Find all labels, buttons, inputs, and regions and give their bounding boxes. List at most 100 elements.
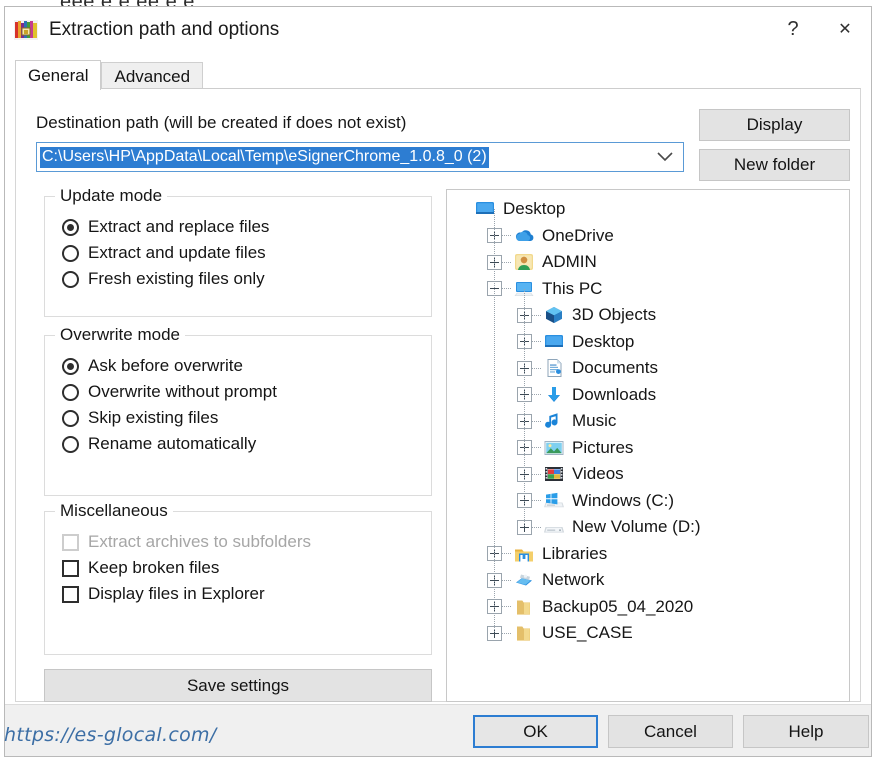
radio-icon xyxy=(62,409,79,427)
music-note-icon xyxy=(543,411,565,431)
tree-connector-line xyxy=(532,367,541,369)
checkbox-keep-broken-files[interactable]: Keep broken files xyxy=(62,555,431,581)
tree-vertical-line xyxy=(524,288,525,528)
general-tab-panel: Destination path (will be created if doe… xyxy=(15,88,861,702)
tab-advanced[interactable]: Advanced xyxy=(101,62,204,90)
update-mode-group: Update mode Extract and replace files Ex… xyxy=(44,186,432,317)
extraction-options-dialog: Extraction path and options ? ✕ General … xyxy=(4,6,872,757)
save-settings-button[interactable]: Save settings xyxy=(44,669,432,702)
radio-extract-and-update-files[interactable]: Extract and update files xyxy=(62,240,431,266)
tree-item[interactable]: Backup05_04_2020 xyxy=(447,594,849,621)
display-button[interactable]: Display xyxy=(699,109,850,141)
destination-path-input[interactable]: C:\Users\HP\AppData\Local\Temp\eSignerCh… xyxy=(36,142,684,172)
tab-general[interactable]: General xyxy=(15,60,102,90)
close-icon[interactable]: ✕ xyxy=(819,7,871,51)
tree-item[interactable]: OneDrive xyxy=(447,223,849,250)
radio-rename-automatically[interactable]: Rename automatically xyxy=(62,431,431,457)
radio-fresh-existing-files-only[interactable]: Fresh existing files only xyxy=(62,266,431,292)
folder-icon xyxy=(513,597,535,617)
tree-item[interactable]: Documents xyxy=(447,355,849,382)
tree-connector-line xyxy=(532,394,541,396)
tree-item-label: New Volume (D:) xyxy=(572,517,701,537)
network-icon xyxy=(513,570,535,590)
help-button[interactable]: Help xyxy=(743,715,869,748)
tree-item[interactable]: Music xyxy=(447,408,849,435)
radio-extract-and-replace-files[interactable]: Extract and replace files xyxy=(62,214,431,240)
update-mode-legend: Update mode xyxy=(55,186,168,206)
tree-item-label: Network xyxy=(542,570,605,590)
tree-item-label: Pictures xyxy=(572,437,634,457)
tree-item[interactable]: 3D Objects xyxy=(447,302,849,329)
tree-item[interactable]: Windows (C:) xyxy=(447,488,849,515)
ok-button[interactable]: OK xyxy=(473,715,598,748)
tab-strip: General Advanced xyxy=(15,59,871,90)
help-icon[interactable]: ? xyxy=(767,7,819,51)
hard-drive-icon xyxy=(543,517,565,537)
tree-item-label: 3D Objects xyxy=(572,305,657,325)
tree-connector-line xyxy=(532,473,541,475)
checkbox-icon xyxy=(62,533,79,551)
option-label: Fresh existing files only xyxy=(88,269,265,288)
option-label: Skip existing files xyxy=(88,408,219,427)
tree-item-label: Libraries xyxy=(542,543,608,563)
radio-icon xyxy=(62,270,79,288)
folder-tree-panel[interactable]: Desktop OneDrive ADMIN This PC 3D Objects Des… xyxy=(446,189,850,702)
overwrite-mode-legend: Overwrite mode xyxy=(55,325,185,345)
radio-skip-existing-files[interactable]: Skip existing files xyxy=(62,405,431,431)
tree-item[interactable]: Network xyxy=(447,567,849,594)
overwrite-mode-group: Overwrite mode Ask before overwrite Over… xyxy=(44,325,432,496)
destination-path-value: C:\Users\HP\AppData\Local\Temp\eSignerCh… xyxy=(40,146,489,168)
radio-icon xyxy=(62,383,79,401)
tree-connector-line xyxy=(502,632,511,634)
tree-item-label: Music xyxy=(572,411,617,431)
tree-item-label: USE_CASE xyxy=(542,623,633,643)
tree-item[interactable]: Pictures xyxy=(447,435,849,462)
tree-item[interactable]: Desktop xyxy=(447,196,849,223)
tree-item-label: This PC xyxy=(542,278,603,298)
downloads-arrow-icon xyxy=(543,385,565,405)
title-bar: Extraction path and options ? ✕ xyxy=(5,7,871,53)
tree-item[interactable]: This PC xyxy=(447,276,849,303)
tree-connector-line xyxy=(502,288,511,290)
option-label: Rename automatically xyxy=(88,434,257,453)
tree-vertical-line xyxy=(494,209,495,634)
libraries-icon xyxy=(513,544,535,564)
tree-item[interactable]: New Volume (D:) xyxy=(447,514,849,541)
tree-item-label: Downloads xyxy=(572,384,657,404)
tree-item[interactable]: ADMIN xyxy=(447,249,849,276)
tree-item[interactable]: Libraries xyxy=(447,541,849,568)
option-label: Ask before overwrite xyxy=(88,356,243,375)
radio-overwrite-without-prompt[interactable]: Overwrite without prompt xyxy=(62,379,431,405)
tree-item[interactable]: USE_CASE xyxy=(447,620,849,647)
option-label: Display files in Explorer xyxy=(88,584,265,603)
user-account-icon xyxy=(513,252,535,272)
radio-ask-before-overwrite[interactable]: Ask before overwrite xyxy=(62,353,431,379)
windows-drive-icon xyxy=(543,491,565,511)
chevron-down-icon[interactable] xyxy=(657,150,673,165)
tree-item-label: Documents xyxy=(572,358,658,378)
onedrive-cloud-icon xyxy=(513,226,535,246)
tree-item-label: Backup05_04_2020 xyxy=(542,596,694,616)
miscellaneous-legend: Miscellaneous xyxy=(55,501,173,521)
tree-item-label: ADMIN xyxy=(542,252,597,272)
checkbox-icon xyxy=(62,559,79,577)
tree-item[interactable]: Videos xyxy=(447,461,849,488)
tree-item[interactable]: Downloads xyxy=(447,382,849,409)
winrar-books-icon xyxy=(14,20,38,40)
tree-connector-line xyxy=(532,341,541,343)
tree-connector-line xyxy=(502,235,511,237)
tree-connector-line xyxy=(502,606,511,608)
folder-icon xyxy=(513,623,535,643)
checkbox-display-files-in-explorer[interactable]: Display files in Explorer xyxy=(62,581,431,607)
tree-item[interactable]: Desktop xyxy=(447,329,849,356)
radio-icon xyxy=(62,435,79,453)
option-label: Extract archives to subfolders xyxy=(88,532,311,551)
watermark-url: https://es-glocal.com/ xyxy=(4,724,217,746)
new-folder-button[interactable]: New folder xyxy=(699,149,850,181)
cancel-button[interactable]: Cancel xyxy=(608,715,733,748)
checkbox-icon xyxy=(62,585,79,603)
radio-icon xyxy=(62,244,79,262)
option-label: Extract and replace files xyxy=(88,217,270,236)
destination-path-label: Destination path (will be created if doe… xyxy=(36,113,407,132)
documents-icon xyxy=(543,358,565,378)
